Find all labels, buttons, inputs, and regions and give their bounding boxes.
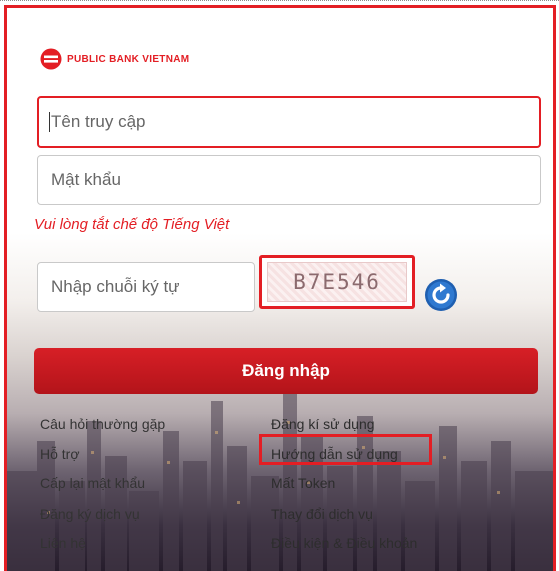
link-faq[interactable]: Câu hỏi thường gặp	[40, 416, 165, 432]
link-lost-token[interactable]: Mất Token	[271, 475, 335, 491]
captcha-input[interactable]: Nhập chuỗi ký tự	[37, 262, 255, 312]
login-button[interactable]: Đăng nhập	[34, 348, 538, 394]
captcha-image: B7E546	[259, 255, 415, 309]
password-input[interactable]: Mật khẩu	[37, 155, 541, 205]
username-placeholder: Tên truy cập	[51, 112, 146, 131]
link-sign-up[interactable]: Đăng kí sử dụng	[271, 416, 375, 432]
public-bank-logo-icon	[40, 48, 62, 70]
refresh-icon[interactable]	[424, 278, 458, 312]
link-support[interactable]: Hỗ trợ	[40, 446, 80, 462]
link-terms-conditions[interactable]: Điều kiện & Điều khoản	[271, 535, 417, 551]
link-register-service[interactable]: Đăng ký dịch vụ	[40, 506, 140, 522]
captcha-placeholder: Nhập chuỗi ký tự	[51, 277, 180, 296]
brand-logo: PUBLIC BANK VIETNAM	[40, 48, 189, 70]
captcha-text: B7E546	[267, 262, 407, 302]
user-guide-highlight	[259, 434, 432, 465]
link-reset-password[interactable]: Cấp lại mật khẩu	[40, 475, 145, 491]
username-input[interactable]: Tên truy cập	[37, 96, 541, 148]
link-contact[interactable]: Liên hệ	[40, 535, 86, 551]
brand-name: PUBLIC BANK VIETNAM	[67, 53, 190, 65]
vietnamese-mode-hint: Vui lòng tắt chế độ Tiếng Việt	[34, 216, 230, 233]
link-change-service[interactable]: Thay đổi dịch vụ	[271, 506, 373, 522]
password-placeholder: Mật khẩu	[51, 170, 121, 189]
text-caret	[49, 112, 50, 132]
top-dotted-border	[0, 0, 559, 1]
